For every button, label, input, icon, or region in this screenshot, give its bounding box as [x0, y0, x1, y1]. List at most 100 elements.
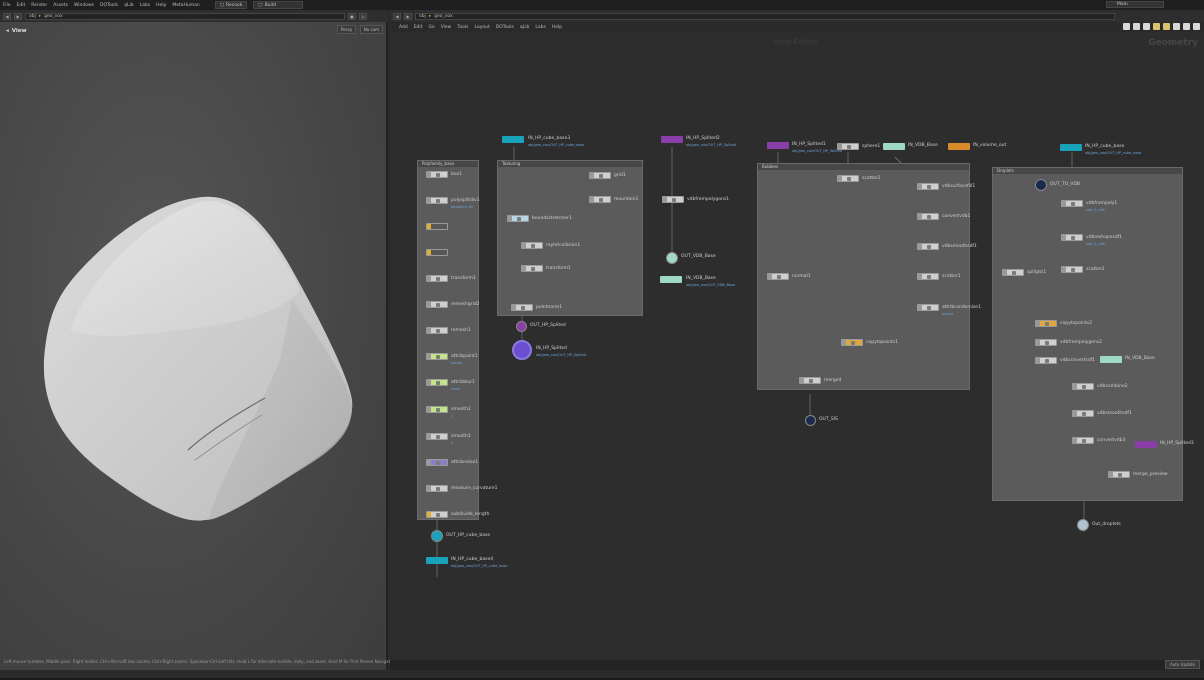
node-flag[interactable]: [427, 434, 431, 439]
sop-node[interactable]: [917, 304, 939, 311]
menu-render[interactable]: Render: [28, 3, 50, 8]
object-merge-node[interactable]: [661, 136, 683, 143]
display-icon[interactable]: [1143, 23, 1150, 30]
wrench-icon[interactable]: [1123, 23, 1130, 30]
node-flag[interactable]: [522, 243, 526, 248]
sop-node[interactable]: [799, 377, 821, 384]
bypass-flag[interactable]: [427, 250, 431, 255]
scene-viewport[interactable]: ◀ ▶ obj ▸ geo_vox ● ◎ ◂ View Persp No ca…: [0, 10, 398, 670]
net-menu-edit[interactable]: Edit: [411, 25, 426, 30]
node-flag[interactable]: [1062, 267, 1066, 272]
object-merge-node[interactable]: [883, 143, 905, 150]
note-icon[interactable]: [1153, 23, 1160, 30]
sop-node[interactable]: [426, 171, 448, 178]
sop-node[interactable]: [589, 172, 611, 179]
desktop-tab[interactable]: ▢ Recook: [214, 1, 248, 9]
net-menu-add[interactable]: Add: [396, 25, 411, 30]
sop-node[interactable]: [917, 213, 939, 220]
object-merge-node[interactable]: [660, 276, 682, 283]
null-out-node[interactable]: [805, 415, 816, 426]
net-back-arrow-icon[interactable]: ◀: [393, 12, 401, 20]
sop-node[interactable]: [426, 197, 448, 204]
node-flag[interactable]: [1073, 384, 1077, 389]
sop-node[interactable]: [1061, 266, 1083, 273]
sop-node[interactable]: [426, 433, 448, 440]
sop-node[interactable]: [426, 301, 448, 308]
sop-node[interactable]: [837, 175, 859, 182]
menu-qlib[interactable]: qLib: [121, 3, 136, 8]
node-flag[interactable]: [918, 305, 922, 310]
menu-metahuman[interactable]: MetaHuman: [169, 3, 202, 8]
node-flag[interactable]: [663, 197, 667, 202]
node-flag[interactable]: [427, 172, 431, 177]
folder-icon[interactable]: [1163, 23, 1170, 30]
node-flag[interactable]: [427, 486, 431, 491]
node-flag[interactable]: [838, 144, 842, 149]
node-flag[interactable]: [427, 407, 431, 412]
sop-node[interactable]: [917, 183, 939, 190]
netbox-texturing[interactable]: Texturing: [497, 160, 643, 316]
node-flag[interactable]: [1036, 321, 1040, 326]
sop-node[interactable]: [426, 459, 448, 466]
sop-node[interactable]: [1108, 471, 1130, 478]
grid-icon[interactable]: [1133, 23, 1140, 30]
node-flag[interactable]: [427, 380, 431, 385]
menu-windows[interactable]: Windows: [71, 3, 97, 8]
sop-node[interactable]: [1072, 410, 1094, 417]
sop-node[interactable]: [521, 242, 543, 249]
node-flag[interactable]: [427, 354, 431, 359]
null-out-node[interactable]: [666, 252, 678, 264]
object-merge-node[interactable]: [502, 136, 524, 143]
back-arrow-icon[interactable]: ◀: [3, 12, 11, 20]
sop-node-bypassed[interactable]: [426, 249, 448, 256]
net-forward-arrow-icon[interactable]: ▶: [404, 12, 412, 20]
node-flag[interactable]: [918, 274, 922, 279]
sop-node[interactable]: [837, 143, 859, 150]
sop-node[interactable]: [662, 196, 684, 203]
pin-icon[interactable]: ●: [348, 12, 356, 20]
main-label[interactable]: Main: [1106, 1, 1164, 8]
menu-labs[interactable]: Labs: [137, 3, 153, 8]
node-flag[interactable]: [1062, 235, 1066, 240]
null-out-node[interactable]: [516, 321, 527, 332]
node-flag[interactable]: [427, 198, 431, 203]
sop-node[interactable]: [1035, 339, 1057, 346]
node-flag[interactable]: [1109, 472, 1113, 477]
sop-node-bypassed[interactable]: [426, 223, 448, 230]
bypass-flag[interactable]: [427, 224, 431, 229]
sop-node[interactable]: [426, 353, 448, 360]
menu-help[interactable]: Help: [153, 3, 169, 8]
sop-node[interactable]: [1072, 437, 1094, 444]
node-flag[interactable]: [522, 266, 526, 271]
view-arrow-icon[interactable]: ◂: [6, 28, 9, 34]
node-flag[interactable]: [800, 378, 804, 383]
menu-assets[interactable]: Assets: [50, 3, 71, 8]
node-flag[interactable]: [918, 184, 922, 189]
object-merge-node[interactable]: [948, 143, 970, 150]
net-menu-qlib[interactable]: qLib: [517, 25, 532, 30]
node-flag[interactable]: [427, 302, 431, 307]
node-flag[interactable]: [1036, 340, 1040, 345]
node-flag[interactable]: [918, 244, 922, 249]
forward-arrow-icon[interactable]: ▶: [14, 12, 22, 20]
node-flag[interactable]: [427, 328, 431, 333]
persp-menu[interactable]: Persp: [337, 25, 356, 34]
sop-node[interactable]: [426, 511, 448, 518]
menu-edit[interactable]: Edit: [14, 3, 29, 8]
null-out-node[interactable]: [1035, 179, 1047, 191]
desktop-select[interactable]: ▢ Build: [253, 1, 304, 9]
layout-icon[interactable]: [1173, 23, 1180, 30]
sop-node[interactable]: [767, 273, 789, 280]
viewport-path-bar[interactable]: obj ▸ geo_vox: [25, 12, 345, 20]
node-flag[interactable]: [427, 276, 431, 281]
node-flag[interactable]: [1073, 438, 1077, 443]
sop-node[interactable]: [426, 485, 448, 492]
link-icon[interactable]: ◎: [359, 12, 367, 20]
sop-node[interactable]: [521, 265, 543, 272]
net-menu-view[interactable]: View: [438, 25, 455, 30]
sop-node[interactable]: [1035, 357, 1057, 364]
net-menu-dotools[interactable]: DOTools: [493, 25, 517, 30]
null-out-node[interactable]: [431, 530, 443, 542]
object-merge-node[interactable]: [1135, 441, 1157, 448]
net-menu-help[interactable]: Help: [549, 25, 565, 30]
